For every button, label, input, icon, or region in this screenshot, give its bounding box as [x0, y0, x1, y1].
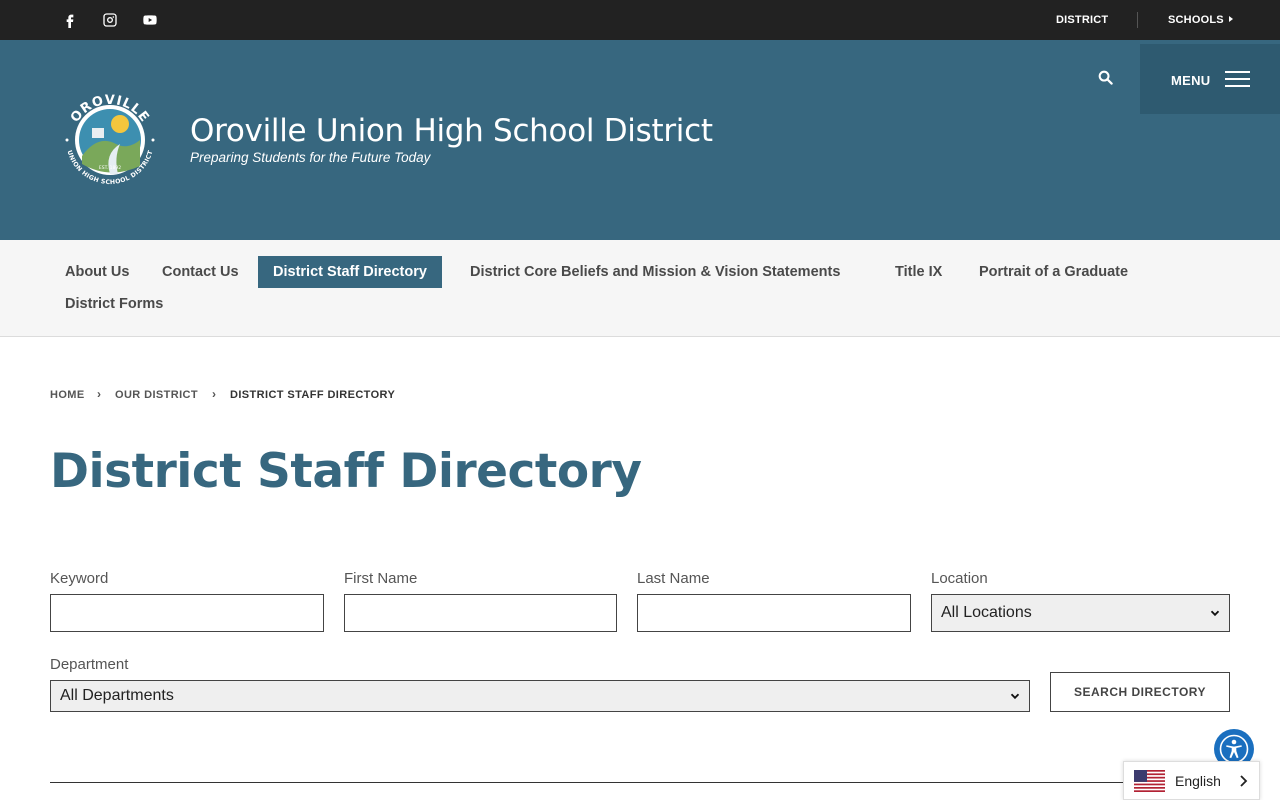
nav-about-us[interactable]: About Us: [50, 256, 144, 288]
last-name-label: Last Name: [637, 570, 710, 587]
nav-core-beliefs[interactable]: District Core Beliefs and Mission & Visi…: [455, 256, 855, 288]
logo-est-text: EST. 1892: [99, 165, 121, 171]
keyword-label: Keyword: [50, 570, 109, 587]
search-button[interactable]: [1094, 66, 1116, 88]
utility-bar: DISTRICT SCHOOLS: [0, 0, 1280, 40]
first-name-label: First Name: [344, 570, 418, 587]
nav-contact-us[interactable]: Contact Us: [147, 256, 254, 288]
district-logo[interactable]: OROVILLE UNION HIGH SCHOOL DISTRICT EST.…: [58, 84, 162, 194]
schools-dropdown-label: SCHOOLS: [1168, 14, 1224, 26]
location-select[interactable]: All Locations: [931, 594, 1230, 632]
page-title: District Staff Directory: [50, 444, 642, 499]
menu-button[interactable]: MENU: [1140, 44, 1280, 114]
us-flag-icon: [1134, 770, 1165, 792]
site-header: OROVILLE UNION HIGH SCHOOL DISTRICT EST.…: [0, 40, 1280, 240]
section-nav: About Us Contact Us District Staff Direc…: [0, 240, 1280, 337]
district-link-label: DISTRICT: [1056, 14, 1109, 26]
site-title[interactable]: Oroville Union High School District: [190, 113, 713, 149]
nav-district-staff-directory[interactable]: District Staff Directory: [258, 256, 442, 288]
hamburger-icon: [1225, 71, 1250, 87]
chevron-down-icon: [1210, 610, 1220, 617]
schools-dropdown[interactable]: SCHOOLS: [1168, 14, 1233, 26]
menu-label: MENU: [1171, 73, 1211, 88]
youtube-icon[interactable]: [140, 10, 160, 30]
location-label: Location: [931, 570, 988, 587]
last-name-input[interactable]: [637, 594, 911, 632]
district-link[interactable]: DISTRICT: [1056, 14, 1108, 26]
search-directory-button[interactable]: SEARCH DIRECTORY: [1050, 672, 1230, 712]
nav-title-ix[interactable]: Title IX: [880, 256, 957, 288]
divider: [1137, 12, 1138, 28]
site-tagline: Preparing Students for the Future Today: [190, 150, 431, 165]
department-select[interactable]: All Departments: [50, 680, 1030, 712]
chevron-right-icon: [1240, 775, 1248, 787]
first-name-input[interactable]: [344, 594, 617, 632]
chevron-right-icon: ›: [212, 387, 216, 401]
keyword-input[interactable]: [50, 594, 324, 632]
location-selected: All Locations: [941, 604, 1032, 621]
language-label: English: [1175, 773, 1221, 789]
language-selector[interactable]: English: [1123, 761, 1260, 800]
divider: [50, 782, 1150, 783]
accessibility-icon: [1219, 734, 1249, 764]
department-label: Department: [50, 656, 129, 673]
facebook-icon[interactable]: [60, 10, 80, 30]
chevron-down-icon: [1010, 693, 1020, 700]
department-selected: All Departments: [60, 687, 174, 704]
caret-right-icon: [1228, 16, 1233, 22]
nav-district-forms[interactable]: District Forms: [50, 288, 178, 320]
instagram-icon[interactable]: [100, 10, 120, 30]
breadcrumb-current: DISTRICT STAFF DIRECTORY: [230, 389, 396, 401]
breadcrumb-our-district[interactable]: OUR DISTRICT: [115, 389, 198, 401]
chevron-right-icon: ›: [97, 387, 101, 401]
search-icon: [1098, 70, 1113, 85]
nav-portrait-of-a-graduate[interactable]: Portrait of a Graduate: [964, 256, 1143, 288]
breadcrumb-home[interactable]: HOME: [50, 389, 85, 401]
